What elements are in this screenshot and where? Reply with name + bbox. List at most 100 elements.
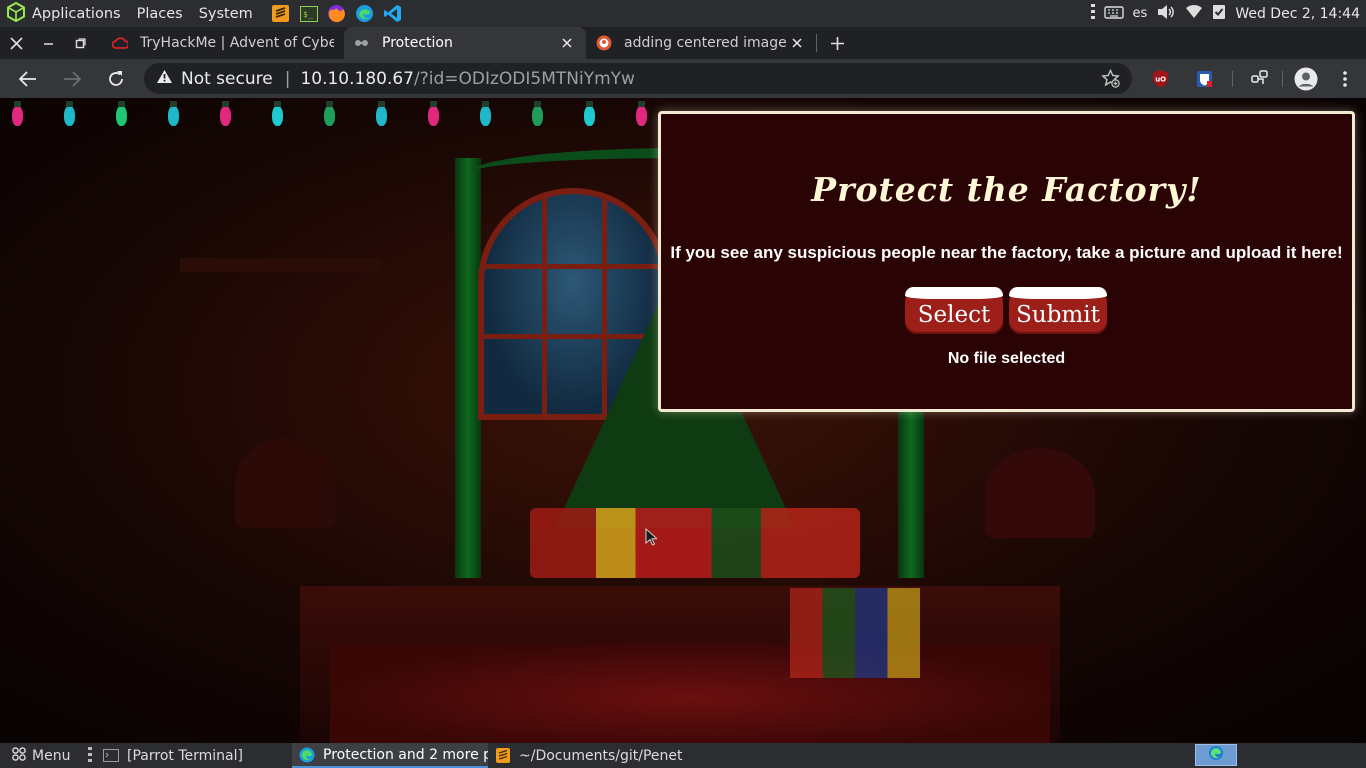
tab-title: TryHackMe | Advent of Cyber (140, 35, 334, 51)
url-host: 10.10.180.67 (300, 68, 414, 89)
edge-icon (1208, 745, 1224, 765)
tab-tryhackme[interactable]: TryHackMe | Advent of Cyber (102, 27, 344, 59)
system-top-panel: Applications Places System $_ es Wed Dec… (0, 0, 1366, 27)
submit-button-label: Submit (1016, 302, 1100, 328)
light-bulb (220, 101, 231, 126)
select-button-label: Select (917, 302, 991, 328)
address-separator: | (284, 68, 291, 89)
light-bulb (428, 101, 439, 126)
page-icon (354, 35, 370, 51)
tab-close-icon[interactable] (788, 34, 806, 52)
applications-menu[interactable]: Applications (0, 0, 129, 27)
bitwarden-extension-icon[interactable] (1190, 59, 1218, 98)
mouse-cursor-icon (645, 527, 659, 550)
workspace-switcher[interactable] (1195, 744, 1237, 766)
forward-arrow-icon[interactable] (50, 59, 94, 98)
sublime-launcher-icon[interactable] (271, 4, 291, 24)
places-menu-label: Places (136, 5, 183, 22)
new-tab-plus-icon[interactable] (821, 27, 853, 59)
tray-grip-icon (1090, 3, 1095, 25)
svg-text:uO: uO (1155, 76, 1166, 84)
toolbar-divider (1232, 71, 1233, 87)
start-menu-button[interactable]: Menu (0, 746, 84, 765)
taskbar-item-browser[interactable]: Protection and 2 more p... (292, 743, 488, 768)
tab-separator (816, 34, 817, 52)
upload-card: Protect the Factory! If you see any susp… (658, 111, 1355, 412)
taskbar-item-label: Protection and 2 more p... (323, 746, 488, 763)
window-close-icon[interactable] (0, 27, 32, 59)
grid-menu-icon (12, 746, 26, 765)
window-minimize-icon[interactable] (32, 27, 64, 59)
profile-avatar-icon[interactable] (1292, 59, 1320, 98)
background-shelf (180, 258, 380, 272)
terminal-icon (102, 748, 119, 763)
menu-label: Menu (32, 747, 71, 764)
system-menu-label: System (198, 5, 253, 22)
browser-tab-strip: TryHackMe | Advent of Cyber Protection a… (0, 27, 1366, 59)
browser-menu-icon[interactable] (1331, 59, 1359, 98)
select-file-button[interactable]: Select (905, 287, 1003, 334)
window-restore-icon[interactable] (64, 27, 96, 59)
page-viewport: Protect the Factory! If you see any susp… (0, 98, 1366, 743)
taskbar-item-terminal[interactable]: [Parrot Terminal] (96, 743, 292, 768)
light-bulb (12, 101, 23, 126)
tab-title: Protection (382, 35, 453, 51)
submit-button[interactable]: Submit (1009, 287, 1107, 334)
bottom-taskbar: Menu [Parrot Terminal] Protection and 2 … (0, 743, 1366, 768)
light-bulb (64, 101, 75, 126)
tab-title: adding centered image to (624, 35, 788, 51)
taskbar-item-label: [Parrot Terminal] (127, 747, 243, 764)
light-bulb (636, 101, 647, 126)
light-bulb (532, 101, 543, 126)
window-bar (542, 194, 547, 414)
keyboard-layout-indicator[interactable]: es (1133, 6, 1148, 21)
places-menu[interactable]: Places (129, 0, 191, 27)
background-table-right (985, 448, 1095, 538)
edge-launcher-icon[interactable] (355, 4, 375, 24)
back-arrow-icon[interactable] (6, 59, 50, 98)
tab-close-icon[interactable] (558, 34, 576, 52)
taskbar-grip-icon (88, 747, 92, 764)
address-bar[interactable]: Not secure | 10.10.180.67 /?id=ODIzODI5M… (144, 63, 1132, 94)
ublock-extension-icon[interactable]: uO (1146, 59, 1174, 98)
system-tray: es Wed Dec 2, 14:44 (1090, 0, 1360, 27)
extensions-puzzle-icon[interactable] (1246, 59, 1274, 98)
light-bulb (324, 101, 335, 126)
tab-adding-centered-image[interactable]: adding centered image to (586, 27, 816, 59)
upload-instruction: If you see any suspicious people near th… (670, 243, 1343, 262)
warning-triangle-icon[interactable] (156, 69, 173, 89)
toolbar-divider (1282, 71, 1283, 87)
background-table-left (235, 438, 335, 528)
browser-toolbar: Not secure | 10.10.180.67 /?id=ODIzODI5M… (0, 59, 1366, 98)
security-status-label[interactable]: Not secure (181, 69, 273, 89)
firefox-launcher-icon[interactable] (327, 4, 347, 24)
gift-presents (530, 508, 860, 578)
tryhackme-icon (112, 35, 128, 51)
reload-icon[interactable] (94, 59, 138, 98)
volume-icon[interactable] (1156, 4, 1176, 24)
wifi-icon[interactable] (1185, 4, 1203, 23)
light-bulb (272, 101, 283, 126)
light-bulb (376, 101, 387, 126)
page-title: Protect the Factory! (811, 170, 1202, 209)
clipboard-check-icon[interactable] (1212, 3, 1226, 24)
keyboard-icon[interactable] (1103, 4, 1124, 24)
toy-blocks (790, 588, 920, 678)
sublime-icon (494, 748, 511, 763)
terminal-launcher-icon[interactable]: $_ (299, 4, 319, 24)
svg-text:$_: $_ (303, 10, 313, 19)
vscode-launcher-icon[interactable] (383, 4, 403, 24)
taskbar-item-sublime[interactable]: ~/Documents/git/Penet... (488, 743, 684, 768)
quick-launchers: $_ (267, 4, 407, 24)
bookmark-star-icon[interactable] (1101, 68, 1120, 93)
clock[interactable]: Wed Dec 2, 14:44 (1235, 6, 1360, 22)
light-bulb (168, 101, 179, 126)
applications-menu-label: Applications (32, 5, 121, 22)
taskbar-item-label: ~/Documents/git/Penet... (519, 747, 684, 764)
string-lights (0, 98, 660, 138)
url-path: /?id=ODIzODI5MTNiYmYw (414, 68, 635, 89)
tab-protection[interactable]: Protection (344, 27, 586, 59)
duckduckgo-icon (596, 35, 612, 51)
system-menu[interactable]: System (191, 0, 261, 27)
red-rug (330, 643, 1050, 743)
